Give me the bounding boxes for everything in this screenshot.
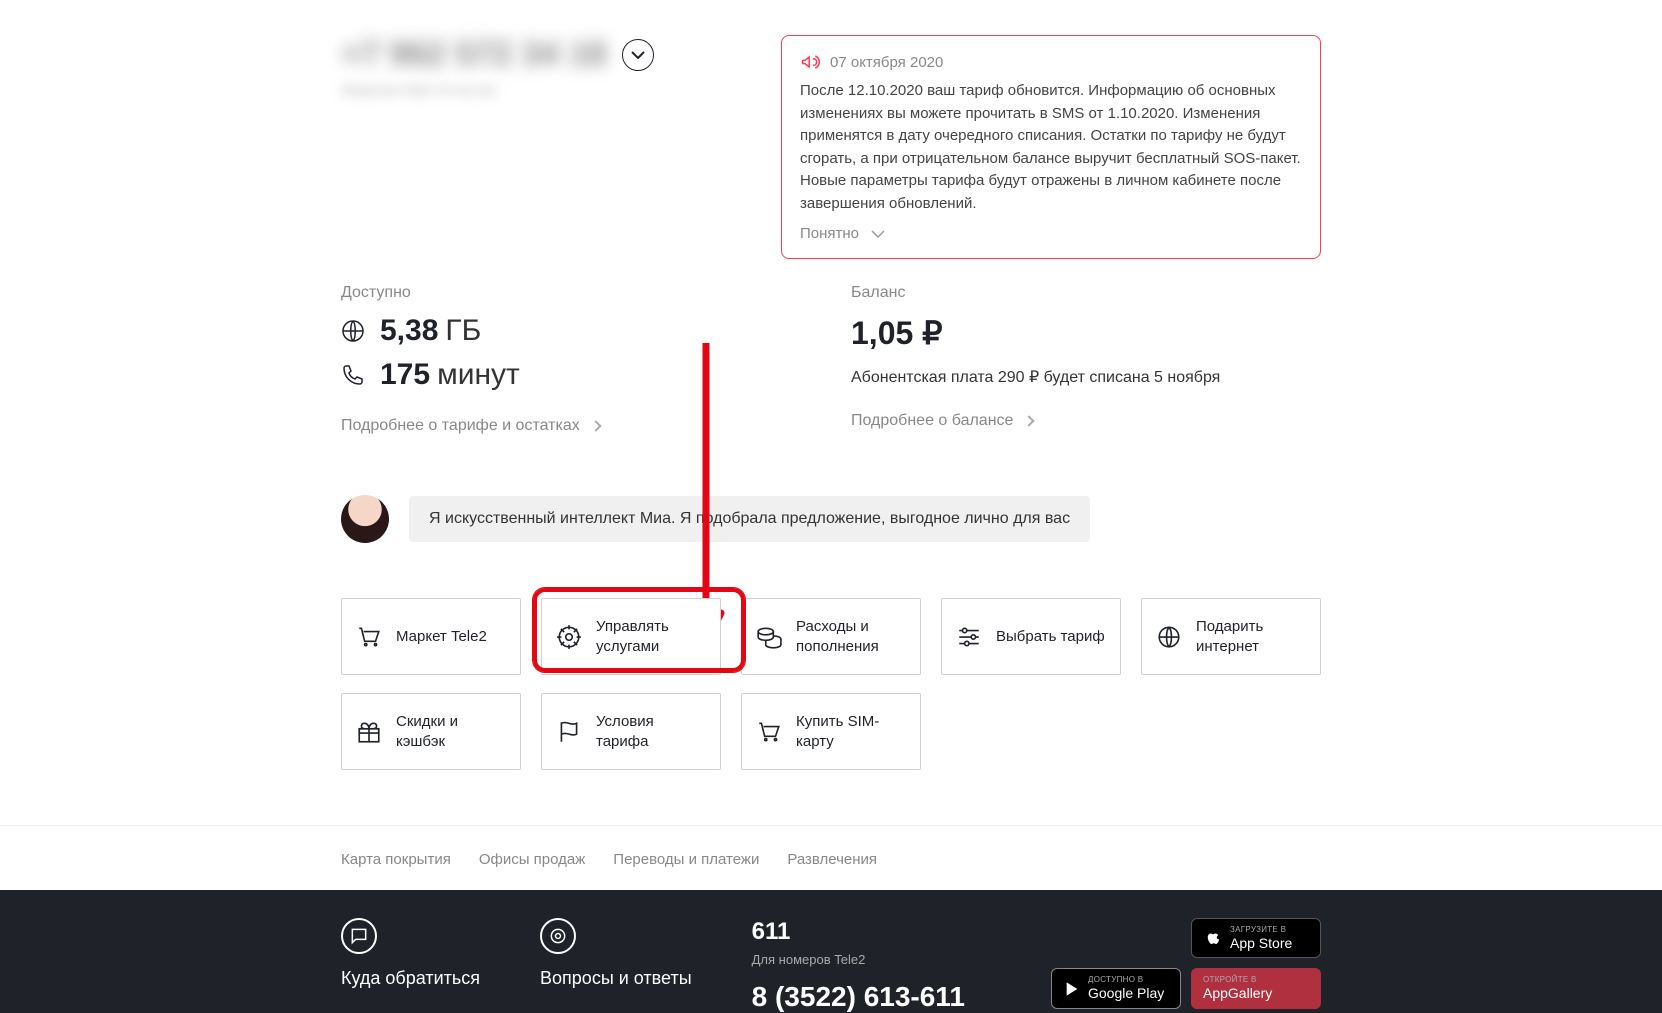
support-phone: 8 (3522) 613-611 xyxy=(752,981,965,1013)
cart-icon xyxy=(356,624,382,650)
chevron-right-icon xyxy=(1024,415,1035,426)
short-number-label: Для номеров Tele2 xyxy=(752,952,965,967)
notice-body: После 12.10.2020 ваш тариф обновится. Ин… xyxy=(800,80,1302,215)
cart-icon xyxy=(756,719,782,745)
googleplay-badge[interactable]: Доступно вGoogle Play xyxy=(1051,968,1181,1008)
expenses-card[interactable]: Расходы и пополнения xyxy=(741,598,921,675)
gift-icon xyxy=(356,719,382,745)
chat-icon xyxy=(341,918,377,954)
balance-label: Баланс xyxy=(851,284,1321,302)
tariff-details-link[interactable]: Подробнее о тарифе и остатках xyxy=(341,417,811,435)
minutes-unit: минут xyxy=(437,358,520,392)
notice-dismiss[interactable]: Понятно xyxy=(800,225,1302,242)
globe-icon xyxy=(341,319,365,343)
balance-value: 1,05 ₽ xyxy=(851,314,1321,352)
tariff-terms-card[interactable]: Условия тарифа xyxy=(541,693,721,770)
appgallery-badge[interactable]: Откройте вAppGallery xyxy=(1191,968,1321,1008)
short-number: 611 xyxy=(752,918,965,946)
market-tele2-card[interactable]: Маркет Tele2 xyxy=(341,598,521,675)
target-icon xyxy=(540,918,576,954)
phone-number: +7 962 572 34 18 xyxy=(341,35,607,74)
cashback-card[interactable]: Скидки и кэшбэк xyxy=(341,693,521,770)
mia-avatar xyxy=(341,495,389,543)
balance-note: Абонентская плата 290 ₽ будет списана 5 … xyxy=(851,367,1321,387)
coverage-map-link[interactable]: Карта покрытия xyxy=(341,851,451,868)
minutes-amount: 175 xyxy=(380,358,430,392)
buy-sim-card[interactable]: Купить SIM-карту xyxy=(741,693,921,770)
owner-name: Фамилия Имя Отчество xyxy=(341,82,741,98)
balance-details-link[interactable]: Подробнее о балансе xyxy=(851,412,1321,430)
mia-message[interactable]: Я искусственный интеллект Миа. Я подобра… xyxy=(409,496,1090,542)
available-label: Доступно xyxy=(341,284,811,302)
phone-dropdown[interactable] xyxy=(622,39,654,71)
chevron-down-icon xyxy=(631,51,645,59)
sliders-icon xyxy=(956,624,982,650)
coins-icon xyxy=(756,624,782,650)
chevron-down-icon xyxy=(871,230,885,238)
appstore-badge[interactable]: Загрузите вApp Store xyxy=(1191,918,1321,958)
helm-icon xyxy=(556,624,582,650)
data-amount: 5,38 xyxy=(380,314,438,348)
gift-internet-card[interactable]: Подарить интернет xyxy=(1141,598,1321,675)
megaphone-icon xyxy=(800,52,820,72)
notice-date: 07 октября 2020 xyxy=(830,54,943,71)
choose-tariff-card[interactable]: Выбрать тариф xyxy=(941,598,1121,675)
phone-icon xyxy=(341,363,365,387)
entertainment-link[interactable]: Развлечения xyxy=(787,851,877,868)
manage-services-card[interactable]: Управлять услугами xyxy=(541,598,721,675)
play-icon xyxy=(1064,981,1080,997)
tariff-update-notice: 07 октября 2020 После 12.10.2020 ваш тар… xyxy=(781,35,1321,259)
flag-icon xyxy=(556,719,582,745)
globe-gift-icon xyxy=(1156,624,1182,650)
payments-link[interactable]: Переводы и платежи xyxy=(613,851,759,868)
chevron-right-icon xyxy=(590,420,601,431)
apple-icon xyxy=(1204,929,1222,947)
faq-link[interactable]: Вопросы и ответы xyxy=(540,968,692,989)
contact-link[interactable]: Куда обратиться xyxy=(341,968,480,989)
sales-offices-link[interactable]: Офисы продаж xyxy=(479,851,585,868)
data-unit: ГБ xyxy=(445,314,481,348)
